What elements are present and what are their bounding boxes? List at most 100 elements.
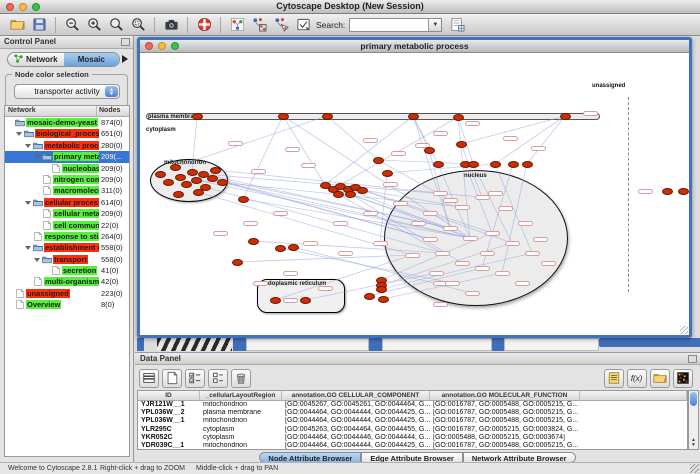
tree-row-cell-communicat[interactable]: cell communicat22(0)	[5, 220, 129, 231]
attribute-table[interactable]: ID_cellularLayoutRegionannotation.GO CEL…	[137, 390, 688, 450]
graph-node[interactable]	[181, 181, 192, 188]
tree-row-cellular-process[interactable]: cellular process614(0)	[5, 197, 129, 208]
graph-node[interactable]	[155, 171, 166, 178]
graph-node[interactable]	[187, 169, 198, 176]
attribute-browser-icon[interactable]	[447, 16, 467, 34]
tree-row-transport[interactable]: transport558(0)	[5, 254, 129, 265]
graph-node[interactable]	[456, 141, 467, 148]
expand-arrow-icon[interactable]	[25, 144, 31, 148]
app-titlebar[interactable]: Cytoscape Desktop (New Session)	[0, 0, 700, 14]
float-panel-icon[interactable]	[688, 355, 697, 363]
graph-node[interactable]	[207, 175, 218, 182]
tree-row-nucleobase-[interactable]: nucleobase-209(0)	[5, 163, 129, 174]
more-tabs-arrow[interactable]	[122, 55, 128, 63]
table-row[interactable]: YLR295Ccytoplasm[GO:0045263, GO:0044464,…	[138, 426, 687, 434]
tree-col-nodes[interactable]: Nodes	[97, 106, 129, 116]
network-view-window[interactable]: primary metabolic process plasma membran…	[137, 37, 692, 338]
graph-node[interactable]	[424, 147, 435, 154]
help-icon[interactable]	[194, 16, 214, 34]
graph-node[interactable]	[275, 245, 286, 252]
annotation-layout-icon[interactable]	[271, 16, 291, 34]
graph-node[interactable]	[217, 179, 228, 186]
tree-row-response-to-stimulu[interactable]: response to stimulu264(0)	[5, 231, 129, 242]
tree-row-secretion[interactable]: secretion41(0)	[5, 265, 129, 276]
graph-node[interactable]	[678, 188, 689, 195]
graph-node[interactable]	[560, 113, 571, 120]
tree-row-unassigned[interactable]: unassigned223(0)	[5, 288, 129, 299]
tree-row-macromolecule[interactable]: macromolecule311(0)	[5, 185, 129, 196]
expand-arrow-icon[interactable]	[25, 201, 31, 205]
save-icon[interactable]	[29, 16, 49, 34]
snapshot-icon[interactable]	[161, 16, 181, 34]
scrollbar-arrows[interactable]: ▲▼	[690, 438, 697, 448]
tree-row-primary-metabo[interactable]: primary metabo209(...	[5, 151, 129, 162]
graph-node[interactable]	[364, 293, 375, 300]
table-row[interactable]: YJR121W__1mitochondrion[GO:0045267, GO:0…	[138, 401, 687, 409]
table-column-header[interactable]	[580, 391, 687, 400]
open-file-icon[interactable]	[7, 16, 27, 34]
expand-arrow-icon[interactable]	[16, 132, 22, 136]
graph-node[interactable]	[508, 161, 519, 168]
float-panel-icon[interactable]	[121, 38, 130, 46]
cytopanel-network-icon[interactable]	[227, 16, 247, 34]
graph-node[interactable]	[173, 191, 184, 198]
graph-node[interactable]	[333, 191, 344, 198]
expand-arrow-icon[interactable]	[25, 246, 31, 250]
network-window-titlebar[interactable]: primary metabolic process	[140, 40, 689, 53]
graph-node[interactable]	[248, 238, 259, 245]
graph-node[interactable]	[376, 286, 387, 293]
graph-node[interactable]	[238, 196, 249, 203]
table-row[interactable]: YPL036W__2plasma membrane[GO:0044464, GO…	[138, 409, 687, 417]
tree-row-biological-process[interactable]: biological_process651(0)	[5, 128, 129, 139]
graph-node[interactable]	[278, 113, 289, 120]
import-attributes-icon[interactable]	[650, 369, 670, 388]
graph-node[interactable]	[433, 161, 444, 168]
graph-node[interactable]	[288, 244, 299, 251]
table-column-header[interactable]: ID	[138, 391, 200, 400]
search-input[interactable]	[350, 19, 428, 31]
attribute-grid-icon[interactable]	[139, 369, 159, 388]
tree-row-metabolic-process[interactable]: metabolic process280(0)	[5, 140, 129, 151]
table-scrollbar[interactable]: ▲▼	[688, 390, 699, 450]
table-column-header[interactable]: annotation.GO CELLULAR_COMPONENT	[282, 391, 430, 400]
tab-network[interactable]: Network	[8, 53, 64, 66]
table-row[interactable]: YDR039C__1mitochondrion[GO:0044464, GO:0…	[138, 442, 687, 450]
annotation-transfer-icon[interactable]	[249, 16, 269, 34]
table-row[interactable]: YPL036W__1mitochondrion[GO:0044464, GO:0…	[138, 417, 687, 425]
tab-mosaic[interactable]: Mosaic	[64, 53, 120, 66]
graph-node[interactable]	[170, 164, 181, 171]
graph-node[interactable]	[175, 174, 186, 181]
table-column-header[interactable]: annotation.GO MOLECULAR_FUNCTION	[430, 391, 580, 400]
graph-node[interactable]	[378, 296, 389, 303]
tree-row-mosaic-demo-yeast[interactable]: mosaic-demo-yeast874(0)	[5, 117, 129, 128]
graph-node[interactable]	[357, 187, 368, 194]
graph-node[interactable]	[490, 161, 501, 168]
tree-row-cellular-metabo[interactable]: cellular metabo209(0)	[5, 208, 129, 219]
table-row[interactable]: YKR052Ccytoplasm[GO:0044464, GO:0044446,…	[138, 434, 687, 442]
tree-row-nitrogen-compo[interactable]: nitrogen compo209(0)	[5, 174, 129, 185]
table-column-header[interactable]: _cellularLayoutRegion	[200, 391, 282, 400]
graph-node[interactable]	[522, 161, 533, 168]
graph-node[interactable]	[191, 177, 202, 184]
zoom-out-icon[interactable]	[62, 16, 82, 34]
network-canvas[interactable]: plasma membrane cytoplasm mitochondrion …	[140, 53, 689, 335]
scrollbar-thumb[interactable]	[690, 392, 697, 406]
expand-arrow-icon[interactable]	[34, 258, 40, 262]
graph-node[interactable]	[453, 114, 464, 121]
tree-col-network[interactable]: Network	[5, 106, 97, 116]
attribute-list-icon[interactable]	[604, 369, 624, 388]
node-color-dropdown[interactable]: transporter activity ▲▼	[14, 84, 120, 99]
unselect-attributes-icon[interactable]	[208, 369, 228, 388]
graph-node[interactable]	[270, 297, 281, 304]
matrix-view-icon[interactable]	[673, 369, 693, 388]
select-attributes-icon[interactable]	[185, 369, 205, 388]
tree-row-establishment-of-lo[interactable]: establishment of lo558(0)	[5, 242, 129, 253]
graph-node[interactable]	[468, 161, 479, 168]
tree-row-overview[interactable]: Overview8(0)	[5, 299, 129, 310]
graph-node[interactable]	[163, 179, 174, 186]
graph-node[interactable]	[300, 297, 311, 304]
zoom-fit-icon[interactable]	[106, 16, 126, 34]
app-resize-grip[interactable]	[690, 464, 699, 473]
new-attribute-icon[interactable]	[162, 369, 182, 388]
graph-node[interactable]	[322, 113, 333, 120]
